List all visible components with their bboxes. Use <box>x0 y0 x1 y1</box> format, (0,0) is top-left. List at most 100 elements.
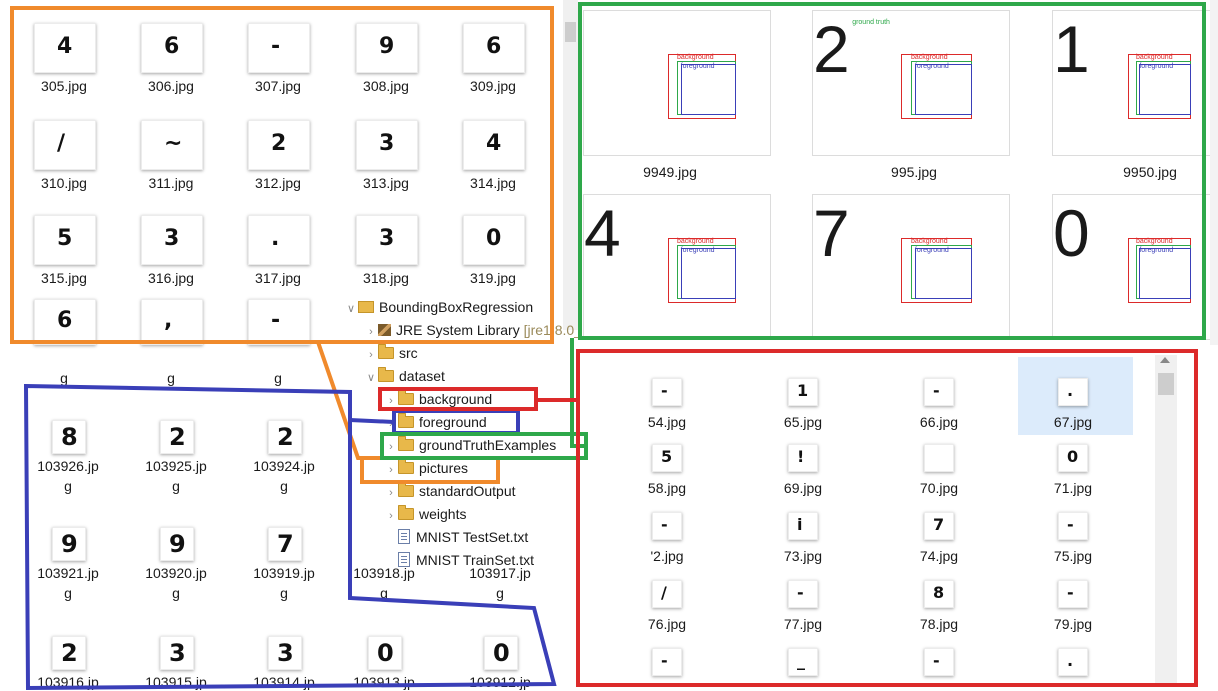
left-scrollbar[interactable] <box>563 0 578 330</box>
digit-glyph: - <box>661 515 668 534</box>
thumbnail[interactable]: / <box>34 120 96 170</box>
ground-truth-image[interactable]: 1 background foreground <box>1052 10 1218 156</box>
thumbnail[interactable]: 8 <box>52 420 86 454</box>
thumbnail[interactable]: 4 <box>34 23 96 73</box>
thumbnail[interactable]: - <box>924 648 954 676</box>
file-name-label: 318.jpg <box>363 270 409 286</box>
thumbnail[interactable]: . <box>1058 378 1088 406</box>
thumbnail[interactable]: 3 <box>268 636 302 670</box>
scroll-up-icon[interactable] <box>1160 357 1170 363</box>
thumbnail[interactable]: 2 <box>268 420 302 454</box>
thumbnail[interactable]: - <box>1058 580 1088 608</box>
thumbnail[interactable]: . <box>248 215 310 265</box>
thumbnail[interactable]: i <box>788 512 818 540</box>
thumbnail[interactable]: 0 <box>1058 444 1088 472</box>
file-name-label: 305.jpg <box>41 78 87 94</box>
tree-item-foreground[interactable]: › foreground <box>384 412 487 432</box>
tree-item-project[interactable]: ∨ BoundingBoxRegression <box>344 297 533 317</box>
chevron-down-icon[interactable]: ∨ <box>344 299 358 319</box>
tree-item-testset-file[interactable]: MNIST TestSet.txt <box>398 527 528 547</box>
thumbnail[interactable]: - <box>652 648 682 676</box>
file-name-label: 103915.jp <box>145 674 207 690</box>
thumbnail[interactable]: 9 <box>52 527 86 561</box>
thumbnail[interactable]: _ <box>788 648 818 676</box>
file-name-label: g <box>60 370 68 386</box>
thumbnail[interactable]: 6 <box>463 23 525 73</box>
tree-item-weights[interactable]: › weights <box>384 504 466 524</box>
chevron-down-icon[interactable]: ∨ <box>364 368 378 388</box>
chevron-right-icon[interactable]: › <box>384 483 398 503</box>
thumbnail[interactable]: - <box>248 23 310 73</box>
file-name-label: g <box>274 370 282 386</box>
bounding-box <box>1139 248 1192 300</box>
digit-glyph: 0 <box>377 639 394 667</box>
thumbnail[interactable]: 0 <box>463 215 525 265</box>
tree-item-jre[interactable]: › JRE System Library [jre1.8.0_161] <box>364 320 609 340</box>
background-scrollbar-thumb[interactable] <box>1158 373 1174 395</box>
thumbnail[interactable]: 4 <box>463 120 525 170</box>
tree-item-standardoutput[interactable]: › standardOutput <box>384 481 516 501</box>
thumbnail[interactable]: 3 <box>356 215 418 265</box>
chevron-right-icon[interactable]: › <box>384 506 398 526</box>
chevron-right-icon[interactable]: › <box>364 322 378 342</box>
chevron-right-icon[interactable]: › <box>384 437 398 457</box>
ground-truth-image[interactable]: background foreground <box>583 10 771 156</box>
thumbnail[interactable]: 2 <box>52 636 86 670</box>
thumbnail[interactable]: 6 <box>141 23 203 73</box>
thumbnail[interactable]: - <box>652 378 682 406</box>
tree-item-dataset[interactable]: ∨ dataset <box>364 366 445 386</box>
thumbnail[interactable]: - <box>652 512 682 540</box>
ground-truth-image[interactable]: 2 background foreground ground truth <box>812 10 1010 156</box>
chevron-right-icon[interactable]: › <box>384 391 398 411</box>
ground-truth-image[interactable]: 4 background foreground <box>583 194 771 340</box>
thumbnail[interactable]: 3 <box>356 120 418 170</box>
thumbnail[interactable]: - <box>924 378 954 406</box>
thumbnail[interactable] <box>924 444 954 472</box>
thumbnail[interactable]: 1 <box>788 378 818 406</box>
file-name-label: 76.jpg <box>647 616 687 632</box>
tree-item-trainset-file[interactable]: MNIST TrainSet.txt <box>398 550 534 570</box>
chevron-right-icon[interactable]: › <box>384 460 398 480</box>
thumbnail[interactable]: 0 <box>368 636 402 670</box>
thumbnail[interactable]: 3 <box>141 215 203 265</box>
thumbnail[interactable]: 2 <box>160 420 194 454</box>
thumbnail[interactable]: / <box>652 580 682 608</box>
thumbnail[interactable]: . <box>1058 648 1088 676</box>
thumbnail[interactable]: 6 <box>34 299 96 345</box>
thumbnail[interactable]: 9 <box>356 23 418 73</box>
tree-item-pictures[interactable]: › pictures <box>384 458 468 478</box>
file-name-label: 103913.jp <box>353 674 415 690</box>
tree-item-src[interactable]: › src <box>364 343 418 363</box>
thumbnail[interactable]: 8 <box>924 580 954 608</box>
thumbnail[interactable]: 7 <box>924 512 954 540</box>
thumbnail[interactable]: ! <box>788 444 818 472</box>
thumbnail[interactable]: , <box>141 299 203 345</box>
background-tag: background <box>1136 238 1173 246</box>
tree-item-groundtruthexamples[interactable]: › groundTruthExamples <box>384 435 556 455</box>
thumbnail[interactable]: - <box>788 580 818 608</box>
digit-glyph: . <box>271 226 280 251</box>
thumbnail[interactable]: 3 <box>160 636 194 670</box>
file-name-label: 58.jpg <box>647 480 687 496</box>
chevron-right-icon[interactable]: › <box>384 414 398 434</box>
ground-truth-image[interactable]: 7 background foreground <box>812 194 1010 340</box>
thumbnail[interactable]: - <box>248 299 310 345</box>
foreground-tag: foreground <box>914 62 949 70</box>
file-name-label: 103919.jp <box>253 565 315 581</box>
thumbnail[interactable]: 9 <box>160 527 194 561</box>
left-scrollbar-thumb[interactable] <box>565 22 576 42</box>
thumbnail[interactable]: 7 <box>268 527 302 561</box>
background-scrollbar[interactable] <box>1155 355 1177 685</box>
tree-item-label: dataset <box>399 368 445 384</box>
tree-item-background[interactable]: › background <box>384 389 492 409</box>
thumbnail[interactable]: - <box>1058 512 1088 540</box>
thumbnail[interactable]: 5 <box>652 444 682 472</box>
ground-truth-image[interactable]: 0 background foreground <box>1052 194 1218 340</box>
thumbnail[interactable]: 5 <box>34 215 96 265</box>
digit-glyph: 5 <box>661 447 673 466</box>
chevron-right-icon[interactable]: › <box>364 345 378 365</box>
thumbnail[interactable]: 2 <box>248 120 310 170</box>
digit-glyph: 9 <box>61 530 78 558</box>
thumbnail[interactable]: ~ <box>141 120 203 170</box>
thumbnail[interactable]: 0 <box>484 636 518 670</box>
